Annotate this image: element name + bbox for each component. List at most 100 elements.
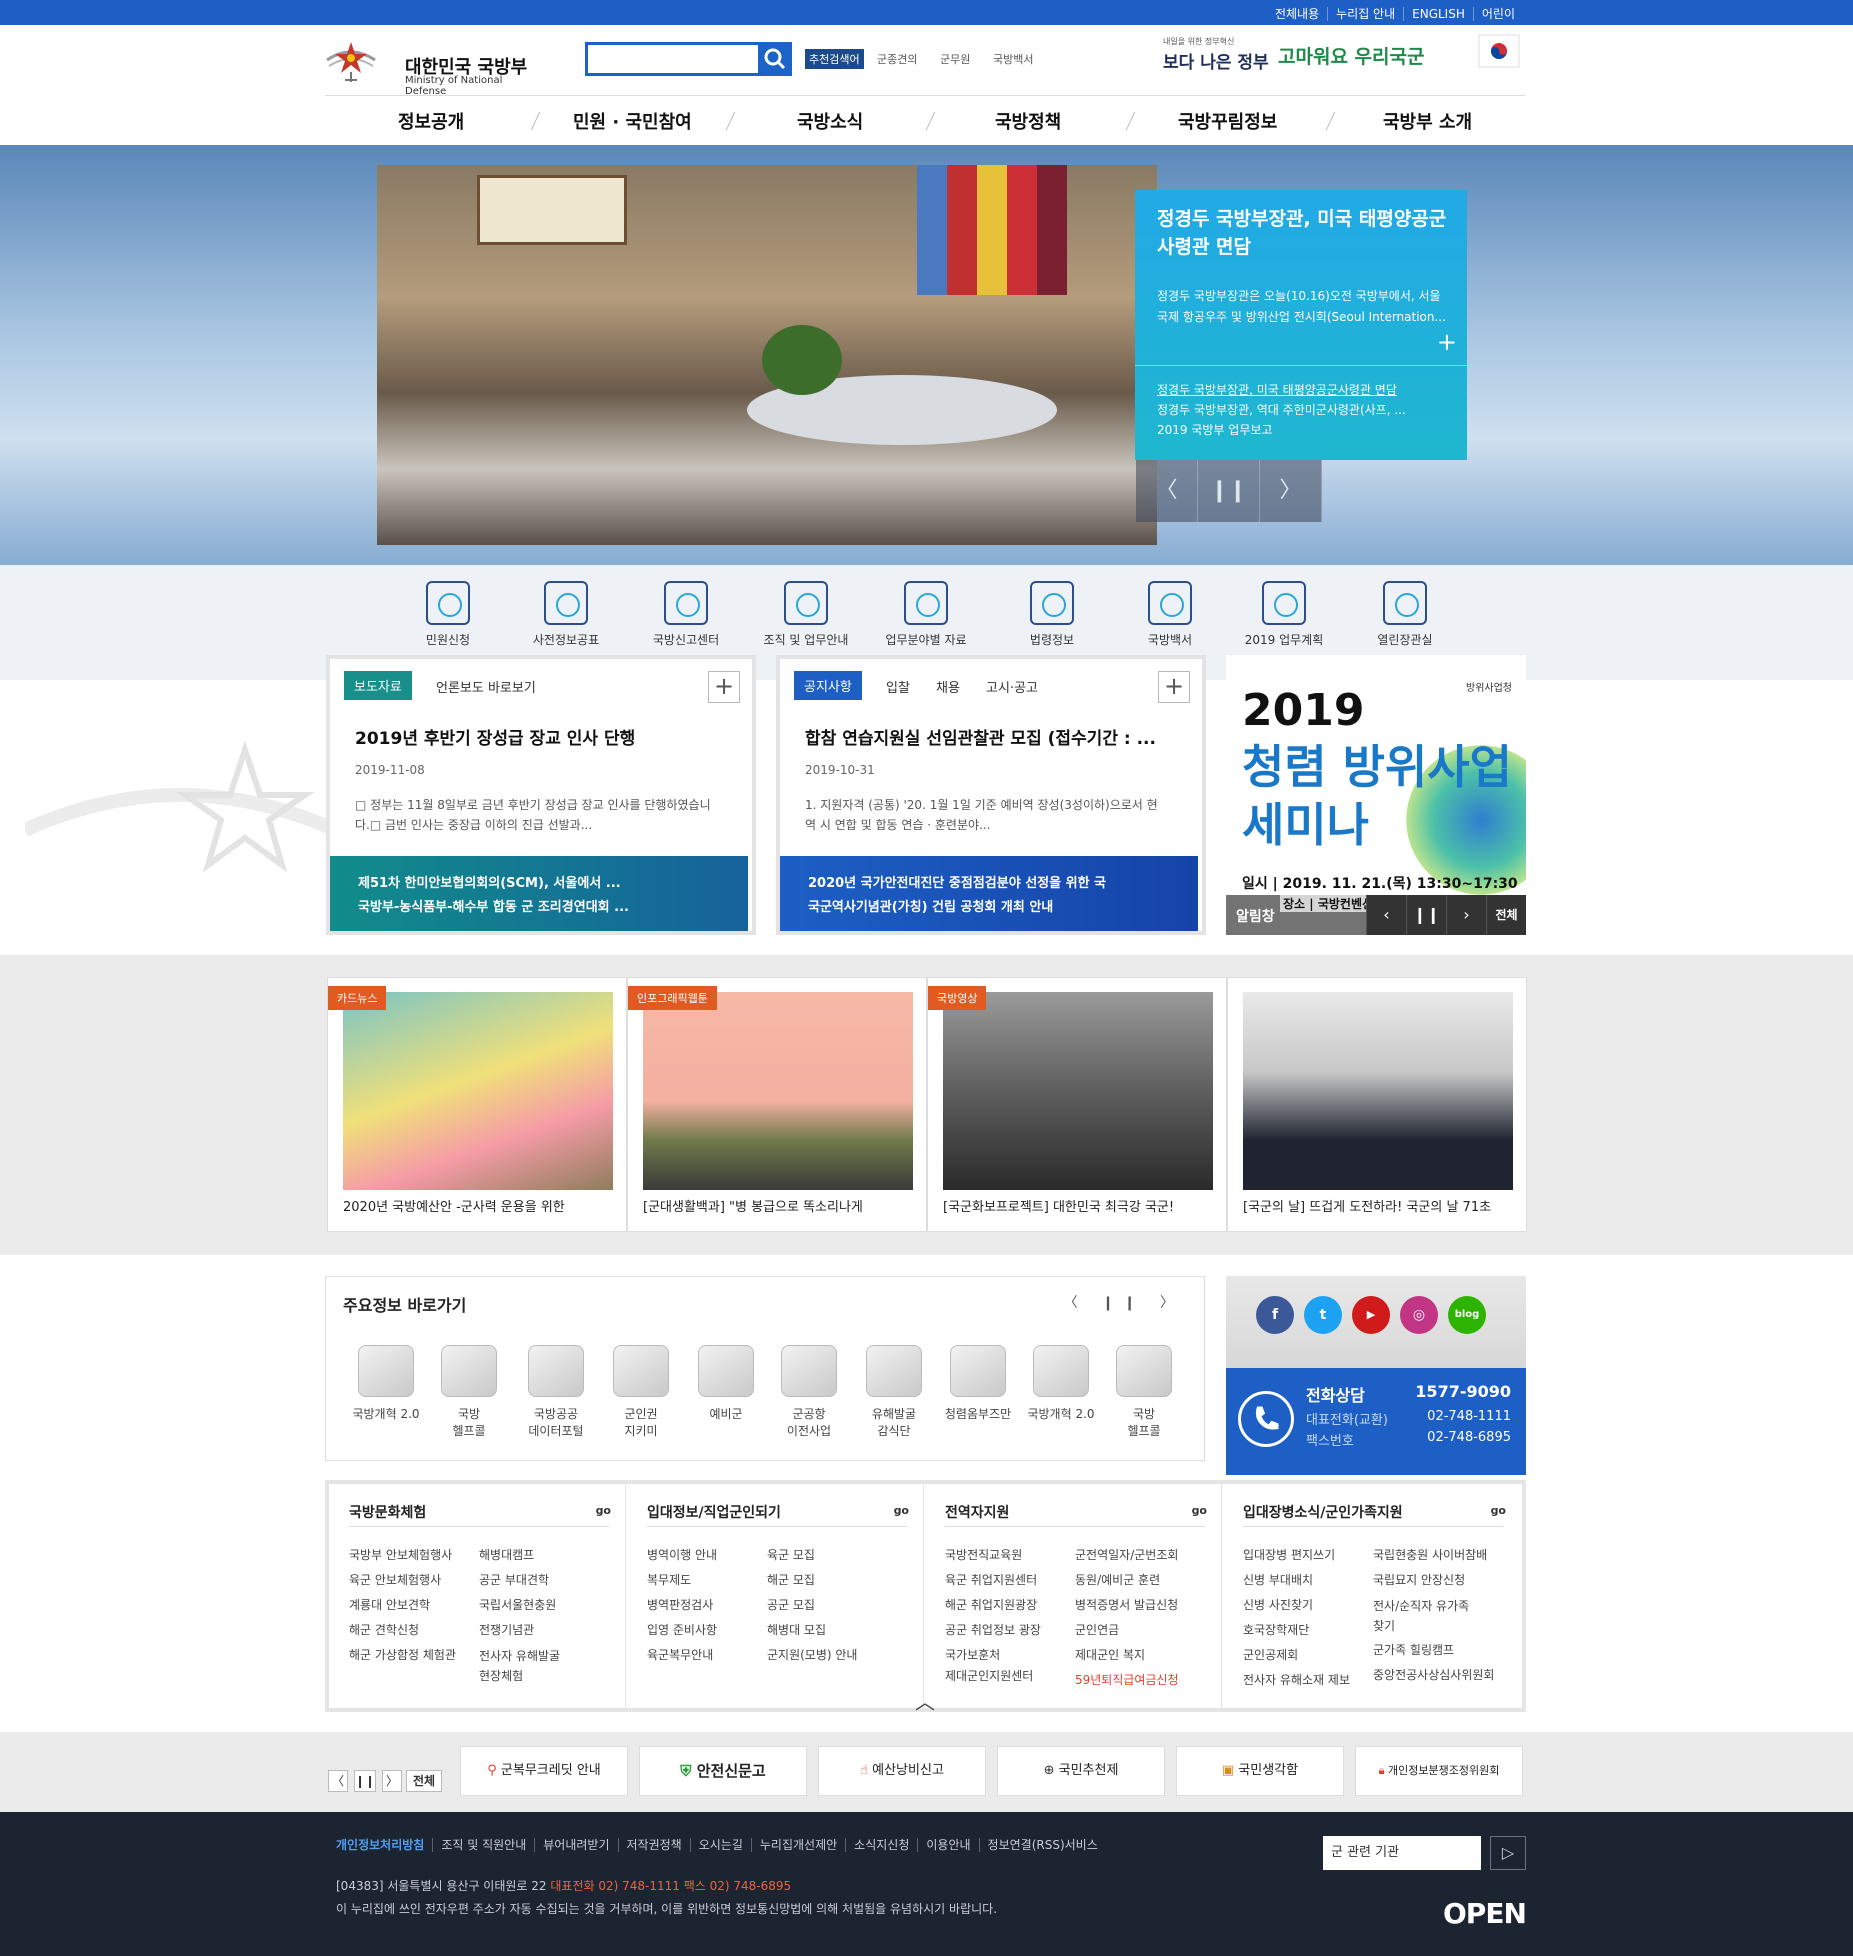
related-site-citizen-recommend[interactable]: ⊕ 국민추천제 [997, 1746, 1165, 1796]
more-plus-icon[interactable]: + [1158, 671, 1190, 703]
notice-list-item[interactable]: 2020년 국가안전대진단 중점점검분야 선정을 위한 국 [808, 872, 1168, 891]
shortcut-item[interactable]: 국방 헬프콜 [429, 1345, 509, 1439]
related-site-citizen-idea[interactable]: ▣ 국민생각함 [1176, 1746, 1344, 1796]
link-item[interactable]: 군가족 힐링캠프 [1373, 1641, 1454, 1658]
link-item[interactable]: 해군 가상함정 체험관 [349, 1646, 456, 1663]
collapse-chevron-up-icon[interactable]: ︿ [915, 1686, 935, 1715]
tab-notice[interactable]: 공지사항 [794, 671, 862, 700]
link-item[interactable]: 동원/예비군 훈련 [1075, 1571, 1160, 1588]
more-plus-icon[interactable]: + [708, 671, 740, 703]
link-item[interactable]: 해병대캠프 [479, 1546, 534, 1563]
hero-pause-button[interactable]: ❙❙ [1198, 460, 1260, 522]
family-pause-button[interactable]: ❙❙ [354, 1770, 376, 1792]
link-item[interactable]: 제대군인 복지 [1075, 1646, 1145, 1663]
popup-pause-button[interactable]: ❙❙ [1406, 895, 1446, 935]
link-item[interactable]: 육군 안보체험행사 [349, 1571, 441, 1588]
quick-item-work-plan[interactable]: 2019 업무계획 [1229, 581, 1339, 648]
shortcut-item[interactable]: 국방공공 데이터포털 [516, 1345, 596, 1439]
link-item[interactable]: 전사자 유해소재 제보 [1243, 1671, 1350, 1688]
link-item[interactable]: 육군 모집 [767, 1546, 815, 1563]
footer-link[interactable]: 누리집개선제안 [750, 1838, 846, 1852]
related-agency-select[interactable]: 군 관련 기관 [1323, 1836, 1481, 1870]
tab-media[interactable]: 언론보도 바로보기 [436, 677, 536, 696]
keyword-link[interactable]: 군무원 [940, 51, 970, 67]
column-go-link[interactable]: go [894, 1504, 909, 1517]
twitter-icon[interactable]: t [1304, 1296, 1342, 1334]
quick-item-minister[interactable]: 열린장관실 [1350, 581, 1460, 648]
link-item[interactable]: 육군복무안내 [647, 1646, 713, 1663]
column-go-link[interactable]: go [596, 1504, 611, 1517]
utility-link-kids[interactable]: 어린이 [1472, 7, 1523, 21]
hero-photo[interactable] [377, 165, 1157, 545]
footer-link[interactable]: 저작권정책 [617, 1838, 690, 1852]
family-next-button[interactable]: 〉 [382, 1770, 402, 1792]
popup-prev-button[interactable]: ‹ [1366, 895, 1406, 935]
shortcuts-controls[interactable]: 〈 ❙❙ 〉 [1064, 1292, 1184, 1312]
link-item[interactable]: 병역이행 안내 [647, 1546, 717, 1563]
link-item[interactable]: 호국장학재단 [1243, 1621, 1309, 1638]
link-item[interactable]: 해군 취업지원광장 [945, 1596, 1037, 1613]
link-item[interactable]: 전쟁기념관 [479, 1621, 534, 1638]
link-item[interactable]: 계룡대 안보견학 [349, 1596, 430, 1613]
link-item[interactable]: 국방전직교육원 [945, 1546, 1022, 1563]
shortcut-item[interactable]: 예비군 [686, 1345, 766, 1422]
search-input[interactable] [594, 45, 754, 73]
link-item[interactable]: 해병대 모집 [767, 1621, 826, 1638]
link-item[interactable]: 육군 취업지원센터 [945, 1571, 1037, 1588]
footer-link[interactable]: 정보연결(RSS)서비스 [978, 1838, 1106, 1852]
footer-link[interactable]: 소식지신청 [845, 1838, 918, 1852]
link-item[interactable]: 신병 사진찾기 [1243, 1596, 1313, 1613]
hero-list-item[interactable]: 2019 국방부 업무보고 [1157, 420, 1452, 440]
link-item[interactable]: 병적증명서 발급신청 [1075, 1596, 1178, 1613]
link-item[interactable]: 해군 모집 [767, 1571, 815, 1588]
notice-list-item[interactable]: 국군역사기념관(가칭) 건립 공청회 개최 안내 [808, 896, 1168, 915]
link-item[interactable]: 해군 견학신청 [349, 1621, 419, 1638]
keyword-link[interactable]: 군종견의 [877, 51, 917, 67]
quick-item-field-data[interactable]: 업무분야별 자료 [871, 581, 981, 648]
gnb-item-news[interactable]: 국방소식 [797, 108, 863, 134]
family-prev-button[interactable]: 〈 [328, 1770, 348, 1792]
link-item[interactable]: 국립현충원 사이버참배 [1373, 1546, 1487, 1563]
seminar-banner[interactable]: 방위사업청 2019 청렴 방위사업 세미나 일시 | 2019. 11. 21.… [1226, 655, 1526, 935]
link-item[interactable]: 중앙전공사상심사위원회 [1373, 1666, 1494, 1683]
link-item[interactable]: 국립묘지 안장신청 [1373, 1571, 1465, 1588]
press-title[interactable]: 2019년 후반기 장성급 장교 인사 단행 [355, 724, 705, 749]
link-item[interactable]: 59년퇴직급여금신청 [1075, 1671, 1179, 1688]
gnb-item-about[interactable]: 국방부 소개 [1383, 108, 1472, 134]
link-item[interactable]: 공군 취업정보 광장 [945, 1621, 1041, 1638]
footer-link[interactable]: 이용안내 [917, 1838, 979, 1852]
link-item[interactable]: 제대군인지원센터 [945, 1667, 1033, 1684]
plus-icon[interactable]: + [1437, 328, 1457, 356]
footer-link[interactable]: 조직 및 직원안내 [432, 1838, 535, 1852]
tab-press-release[interactable]: 보도자료 [344, 671, 412, 700]
link-item[interactable]: 군인공제회 [1243, 1646, 1298, 1663]
press-list-item[interactable]: 국방부-농식품부-해수부 합동 군 조리경연대회 ... [358, 896, 718, 915]
family-all-button[interactable]: 전체 [406, 1770, 442, 1792]
shortcut-item[interactable]: 군인권 지키미 [601, 1345, 681, 1439]
link-item[interactable]: 공군 부대견학 [479, 1571, 549, 1588]
link-item[interactable]: 복무제도 [647, 1571, 691, 1588]
gnb-item-civil[interactable]: 민원 · 국민참여 [573, 108, 692, 134]
quick-item-white-paper[interactable]: 국방백서 [1115, 581, 1225, 648]
link-item[interactable]: 병역판정검사 [647, 1596, 713, 1613]
link-item[interactable]: 군인연금 [1075, 1621, 1119, 1638]
utility-link-guide[interactable]: 누리집 안내 [1327, 7, 1404, 21]
shortcut-item[interactable]: 국방개혁 2.0 [1021, 1345, 1101, 1422]
footer-link[interactable]: 뷰어내려받기 [534, 1838, 618, 1852]
search-button[interactable] [758, 42, 792, 76]
youtube-icon[interactable]: ▶ [1352, 1296, 1390, 1334]
link-item[interactable]: 입대장병 편지쓰기 [1243, 1546, 1335, 1563]
card-news[interactable]: 카드뉴스 2020년 국방예산안 -군사력 운용을 위한 [327, 977, 627, 1232]
card-armed-forces-day[interactable]: [국군의 날] 뜨겁게 도전하라! 국군의 날 71초 [1227, 977, 1527, 1232]
link-item[interactable]: 국가보훈처 [945, 1646, 1000, 1663]
blog-icon[interactable]: blog [1448, 1296, 1486, 1334]
related-site-privacy-committee[interactable]: 🔒︎ 개인정보분쟁조정위원회 [1355, 1746, 1523, 1796]
tab-announcement[interactable]: 고시·공고 [986, 677, 1038, 696]
utility-link-all[interactable]: 전체내용 [1267, 7, 1327, 21]
link-item[interactable]: 전사/순직자 유가족 찾기 [1373, 1596, 1469, 1636]
shortcut-item[interactable]: 청렴옴부즈만 [938, 1345, 1018, 1422]
link-item[interactable]: 군전역일자/군번조회 [1075, 1546, 1178, 1563]
card-infographic[interactable]: 인포그래픽웹툰 [군대생활백과] "병 봉급으로 똑소리나게 [627, 977, 927, 1232]
quick-item-organization[interactable]: 조직 및 업무안내 [751, 581, 861, 648]
footer-link[interactable]: 오시는길 [689, 1838, 751, 1852]
